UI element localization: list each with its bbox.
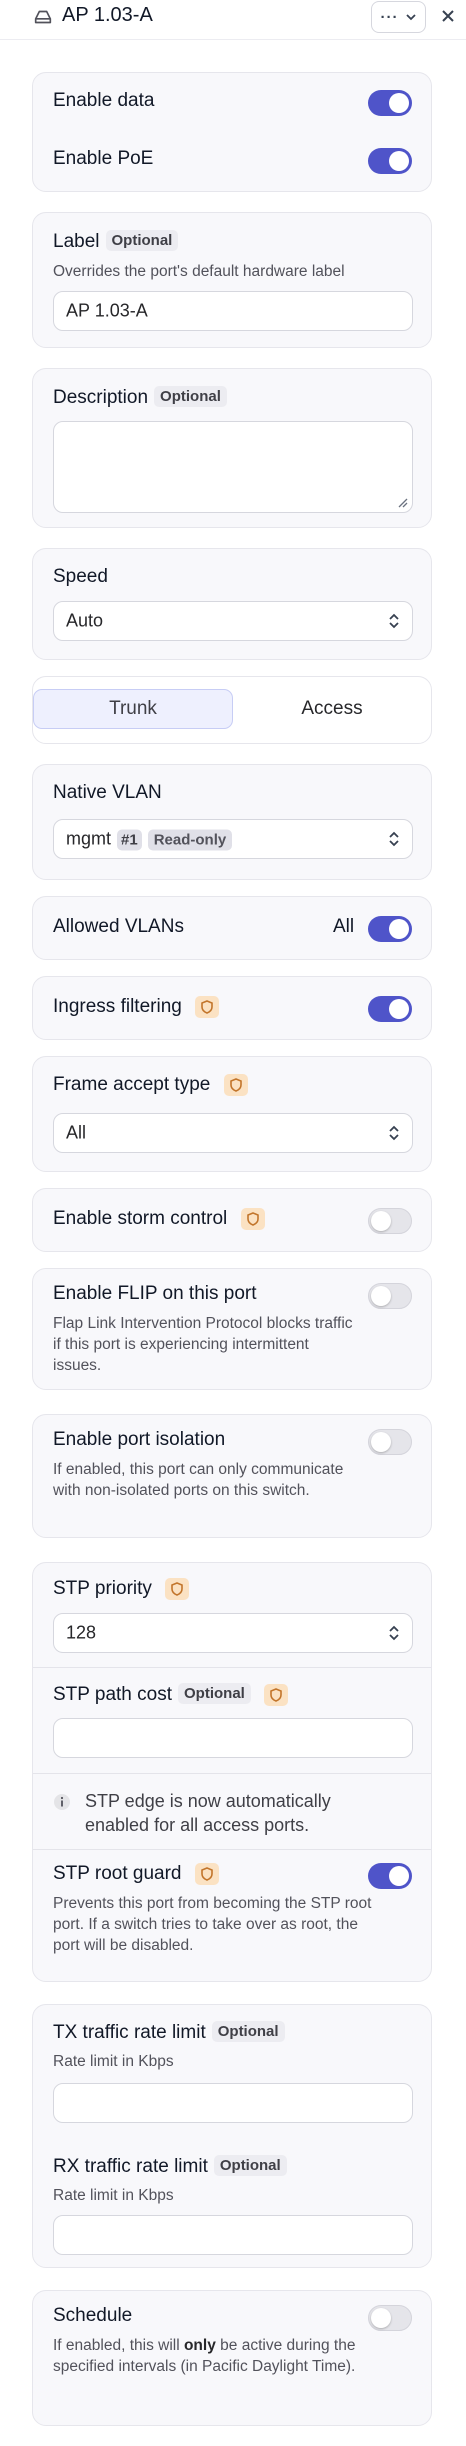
speed-title: Speed bbox=[53, 566, 108, 587]
enable-data-label: Enable data bbox=[53, 90, 155, 111]
divider bbox=[33, 1849, 431, 1850]
enable-poe-label: Enable PoE bbox=[53, 148, 154, 169]
more-actions-button[interactable]: ··· bbox=[371, 1, 426, 33]
allowed-vlans-title: Allowed VLANs bbox=[53, 916, 184, 937]
stp-root-guard-toggle[interactable] bbox=[368, 1863, 412, 1889]
shield-icon bbox=[223, 1074, 248, 1096]
optional-badge: Optional bbox=[211, 2021, 285, 2042]
stp-priority-select[interactable]: 128 bbox=[53, 1613, 413, 1653]
updown-chevron-icon bbox=[389, 1625, 399, 1641]
stp-priority-title: STP priority bbox=[53, 1578, 152, 1599]
stp-root-guard-help: Prevents this port from becoming the STP… bbox=[53, 1895, 372, 1954]
enable-data-toggle[interactable] bbox=[368, 90, 412, 116]
updown-chevron-icon bbox=[389, 831, 399, 847]
optional-badge: Optional bbox=[154, 386, 227, 407]
ingress-filtering-card: Ingress filtering bbox=[32, 976, 432, 1040]
native-vlan-title: Native VLAN bbox=[53, 782, 162, 803]
divider bbox=[33, 1667, 431, 1668]
page-title: AP 1.03-A bbox=[62, 4, 153, 26]
info-icon bbox=[54, 1794, 70, 1810]
access-point-icon bbox=[34, 10, 52, 24]
frame-accept-select[interactable]: All bbox=[53, 1113, 413, 1153]
schedule-card: Schedule If enabled, this will only be a… bbox=[32, 2290, 432, 2426]
stp-card: STP priority 128 STP path cost Optional S… bbox=[32, 1562, 432, 1982]
tab-trunk[interactable]: Trunk bbox=[33, 689, 233, 729]
stp-edge-note: STP edge is now automatically enabled fo… bbox=[85, 1791, 331, 1835]
enable-poe-toggle[interactable] bbox=[368, 148, 412, 174]
schedule-toggle[interactable] bbox=[368, 2305, 412, 2331]
stp-path-cost-input[interactable] bbox=[53, 1718, 413, 1758]
close-button[interactable] bbox=[436, 4, 460, 28]
shield-icon bbox=[165, 1578, 190, 1600]
speed-card: Speed Auto bbox=[32, 548, 432, 660]
mode-tabs: Trunk Access bbox=[32, 676, 432, 744]
allowed-vlans-value: All bbox=[333, 916, 355, 937]
shield-icon bbox=[240, 1208, 265, 1230]
vlan-id-badge: #1 bbox=[117, 829, 142, 851]
ingress-filtering-toggle[interactable] bbox=[368, 996, 412, 1022]
more-icon: ··· bbox=[380, 8, 399, 26]
speed-value: Auto bbox=[66, 610, 104, 631]
drawer-header: AP 1.03-A ··· bbox=[0, 0, 466, 40]
port-isolation-title: Enable port isolation bbox=[53, 1429, 226, 1450]
ingress-filtering-title: Ingress filtering bbox=[53, 996, 182, 1017]
resize-handle-icon[interactable] bbox=[396, 496, 408, 508]
label-title: Label bbox=[53, 231, 100, 252]
optional-badge: Optional bbox=[213, 2155, 287, 2176]
tab-access[interactable]: Access bbox=[233, 689, 431, 729]
port-isolation-card: Enable port isolation If enabled, this p… bbox=[32, 1414, 432, 1538]
flip-help: Flap Link Intervention Protocol blocks t… bbox=[53, 1315, 353, 1374]
native-vlan-name: mgmt bbox=[66, 828, 111, 849]
flip-title: Enable FLIP on this port bbox=[53, 1283, 257, 1304]
port-isolation-toggle[interactable] bbox=[368, 1429, 412, 1455]
rx-rate-limit-input[interactable] bbox=[53, 2215, 413, 2255]
frame-accept-title: Frame accept type bbox=[53, 1074, 211, 1095]
flip-toggle[interactable] bbox=[368, 1283, 412, 1309]
shield-icon bbox=[264, 1684, 289, 1706]
frame-accept-value: All bbox=[66, 1122, 87, 1143]
frame-accept-card: Frame accept type All bbox=[32, 1056, 432, 1172]
updown-chevron-icon bbox=[389, 1125, 399, 1141]
stp-root-guard-title: STP root guard bbox=[53, 1863, 182, 1884]
schedule-title: Schedule bbox=[53, 2305, 133, 2326]
rx-rate-limit-help: Rate limit in Kbps bbox=[53, 2187, 174, 2204]
description-title: Description bbox=[53, 387, 149, 408]
description-textarea[interactable] bbox=[53, 421, 413, 513]
chevron-down-icon bbox=[405, 14, 416, 21]
storm-control-title: Enable storm control bbox=[53, 1208, 228, 1229]
speed-select[interactable]: Auto bbox=[53, 601, 413, 641]
read-only-badge: Read-only bbox=[147, 829, 233, 851]
tx-rate-limit-input[interactable] bbox=[53, 2083, 413, 2123]
updown-chevron-icon bbox=[389, 613, 399, 629]
shield-icon bbox=[195, 996, 220, 1018]
close-icon bbox=[442, 10, 454, 22]
tx-rate-limit-title: TX traffic rate limit bbox=[53, 2022, 206, 2043]
label-input[interactable]: AP 1.03-A bbox=[53, 291, 413, 331]
native-vlan-card: Native VLAN mgmt #1 Read-only bbox=[32, 764, 432, 880]
schedule-help: If enabled, this will only be active dur… bbox=[53, 2337, 356, 2375]
flip-card: Enable FLIP on this port Flap Link Inter… bbox=[32, 1268, 432, 1390]
optional-badge: Optional bbox=[105, 230, 179, 251]
tx-rate-limit-help: Rate limit in Kbps bbox=[53, 2053, 174, 2070]
label-help: Overrides the port's default hardware la… bbox=[53, 263, 345, 280]
enable-card: Enable data Enable PoE bbox=[32, 72, 432, 192]
rate-limits-card: TX traffic rate limit Optional Rate limit… bbox=[32, 2004, 432, 2268]
optional-badge: Optional bbox=[178, 1683, 251, 1704]
allowed-vlans-card: Allowed VLANs All bbox=[32, 896, 432, 960]
storm-control-toggle[interactable] bbox=[368, 1208, 412, 1234]
stp-priority-value: 128 bbox=[66, 1622, 97, 1643]
label-input-value: AP 1.03-A bbox=[66, 300, 148, 321]
stp-path-cost-title: STP path cost bbox=[53, 1684, 172, 1705]
label-card: Label Optional Overrides the port's defau… bbox=[32, 212, 432, 348]
port-isolation-help: If enabled, this port can only communica… bbox=[53, 1461, 344, 1499]
rx-rate-limit-title: RX traffic rate limit bbox=[53, 2156, 208, 2177]
native-vlan-select[interactable]: mgmt #1 Read-only bbox=[53, 819, 413, 859]
storm-control-card: Enable storm control bbox=[32, 1188, 432, 1252]
shield-icon bbox=[194, 1863, 219, 1885]
allowed-vlans-all-toggle[interactable] bbox=[368, 916, 412, 942]
divider bbox=[33, 1773, 431, 1774]
description-card: Description Optional bbox=[32, 368, 432, 528]
